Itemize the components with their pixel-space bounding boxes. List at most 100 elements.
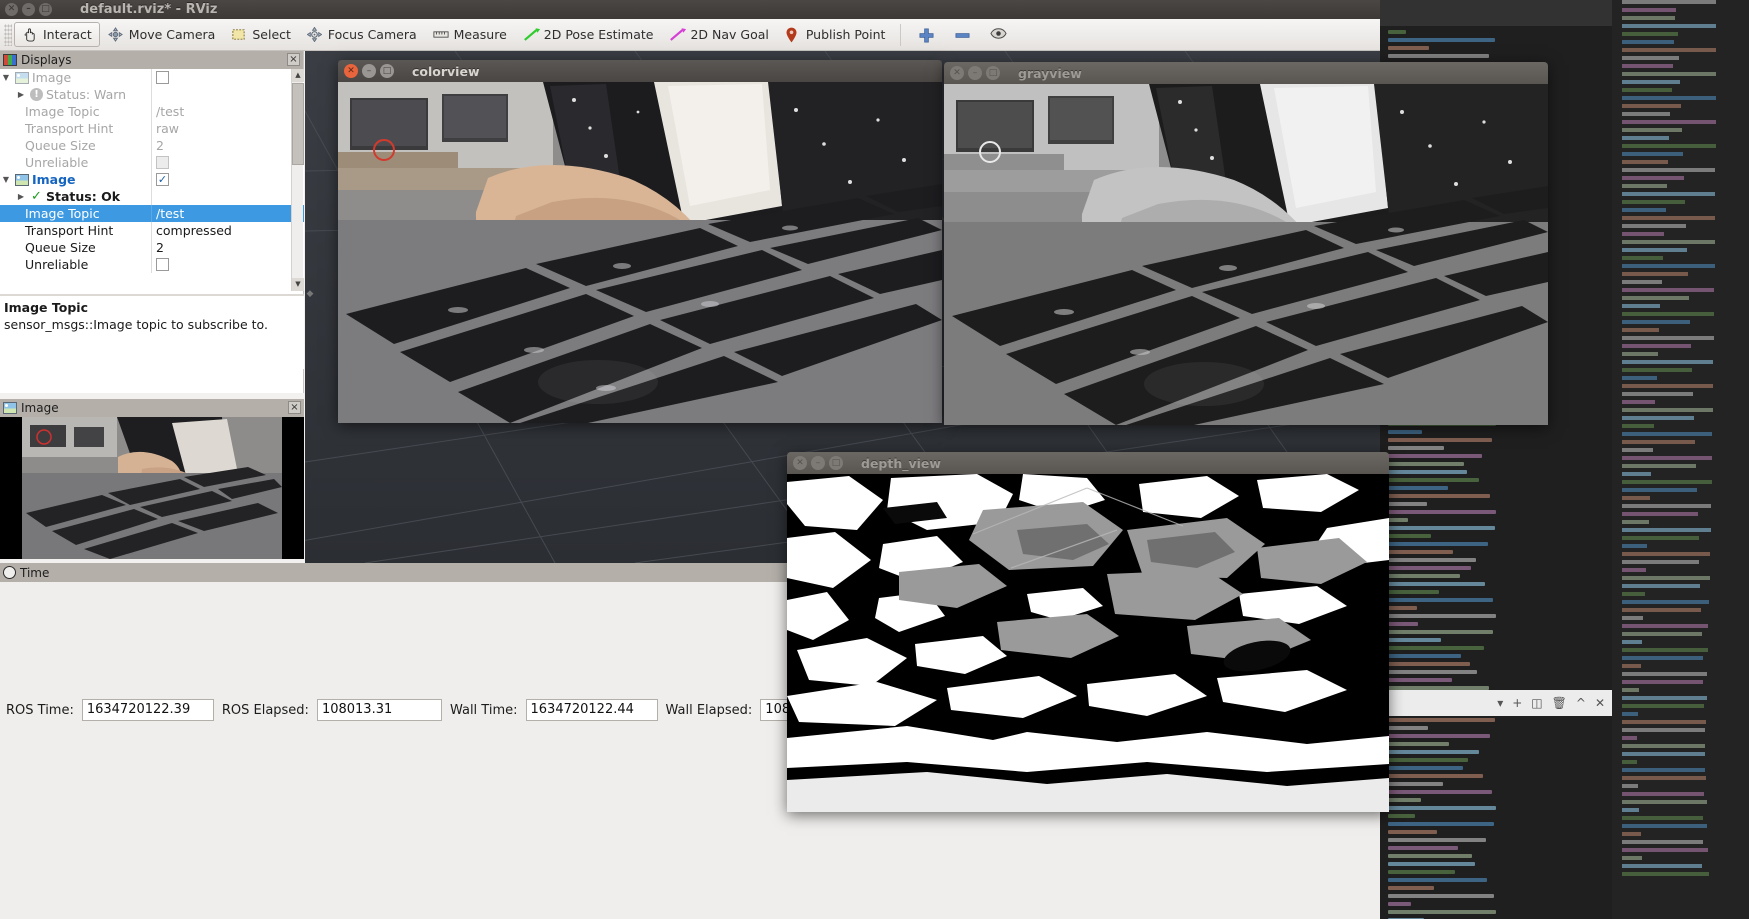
enable-checkbox[interactable] xyxy=(156,156,169,169)
close-icon[interactable]: ✕ xyxy=(950,66,964,80)
time-field-input[interactable]: 1634720122.44 xyxy=(525,699,658,721)
displays-tree-row[interactable]: Queue Size 2 xyxy=(0,239,304,256)
bg-plus-icon[interactable]: + xyxy=(1512,696,1522,710)
green-arrow-icon xyxy=(523,27,540,43)
toolbar-drag-handle[interactable] xyxy=(4,23,12,46)
displays-tree-row[interactable]: ▶ ✓ Status: Ok xyxy=(0,188,304,205)
code-line xyxy=(1622,592,1645,596)
main-toolbar: Interact Move Camera Select Focus Camera Mea… xyxy=(0,19,1380,51)
code-line xyxy=(1622,280,1662,284)
code-line xyxy=(1622,456,1712,460)
code-line xyxy=(1622,376,1657,380)
time-field-label: Wall Time: xyxy=(449,702,518,718)
toolbar-button-focus-camera[interactable]: Focus Camera xyxy=(299,22,425,47)
colorview-window[interactable]: ✕ – □ colorview xyxy=(338,60,942,423)
displays-tree-row[interactable]: ▼ Image ✓ xyxy=(0,171,304,188)
bg-trash-icon[interactable]: 🗑 xyxy=(1552,696,1567,710)
displays-tree[interactable]: ▼ Image ▶! Status: Warn Image Topic/test Tran… xyxy=(0,69,304,291)
toolbar-minus-button[interactable] xyxy=(944,22,980,47)
scrollbar-thumb[interactable] xyxy=(292,83,304,165)
code-line xyxy=(1388,478,1480,482)
code-line xyxy=(1622,696,1707,700)
displays-panel-header: Displays × xyxy=(0,51,303,69)
scroll-up-icon[interactable]: ▲ xyxy=(292,69,304,82)
code-line xyxy=(1388,646,1484,650)
displays-tree-label: Status: Warn xyxy=(46,87,127,102)
close-icon[interactable]: ✕ xyxy=(344,64,358,78)
displays-panel-close-icon[interactable]: × xyxy=(287,53,300,66)
displays-scrollbar[interactable]: ▲ ▼ xyxy=(291,69,304,291)
chevron-right-icon[interactable]: ▶ xyxy=(15,90,27,99)
time-field-label: Wall Elapsed: xyxy=(665,702,753,718)
displays-tree-row[interactable]: Transport Hint raw xyxy=(0,120,304,137)
code-line xyxy=(1622,864,1702,868)
colorview-titlebar[interactable]: ✕ – □ colorview xyxy=(338,60,942,82)
displays-tree-row[interactable]: Transport Hint compressed xyxy=(0,222,304,239)
image-dock-close-icon[interactable]: × xyxy=(288,401,301,414)
bg-close-icon[interactable]: ✕ xyxy=(1595,696,1605,710)
scroll-down-icon[interactable]: ▼ xyxy=(292,278,304,291)
bg-split-icon[interactable]: ◫ xyxy=(1531,696,1542,710)
toolbar-button-2d-nav-goal[interactable]: 2D Nav Goal xyxy=(661,22,776,47)
toolbar-plus-button[interactable] xyxy=(908,22,944,47)
toolbar-eye-button[interactable] xyxy=(980,22,1016,47)
displays-tree-row[interactable]: ▶! Status: Warn xyxy=(0,86,304,103)
enable-checkbox[interactable] xyxy=(156,258,169,271)
displays-tree-row[interactable]: Image Topic/test xyxy=(0,103,304,120)
code-line xyxy=(1622,264,1715,268)
code-line xyxy=(1622,328,1660,332)
displays-tree-row[interactable]: Unreliable xyxy=(0,256,304,273)
grayview-titlebar[interactable]: ✕ – □ grayview xyxy=(944,62,1548,84)
minimize-icon[interactable]: – xyxy=(22,3,35,16)
chevron-down-icon[interactable]: ▼ xyxy=(0,73,12,82)
viewport-splitter-handle[interactable]: ◆ xyxy=(305,280,315,308)
toolbar-button-publish-point[interactable]: Publish Point xyxy=(777,22,894,47)
toolbar-button-move-camera[interactable]: Move Camera xyxy=(100,22,224,47)
code-line xyxy=(1622,560,1700,564)
minimize-icon[interactable]: – xyxy=(968,66,982,80)
toolbar-button-2d-pose-estimate[interactable]: 2D Pose Estimate xyxy=(515,22,662,47)
maximize-icon[interactable]: □ xyxy=(39,3,52,16)
toolbar-button-label: Move Camera xyxy=(128,27,216,42)
close-icon[interactable]: ✕ xyxy=(793,456,807,470)
depth-view-titlebar[interactable]: ✕ – □ depth_view xyxy=(787,452,1389,474)
time-field-input[interactable]: 108013.31 xyxy=(316,699,442,721)
chevron-right-icon[interactable]: ▶ xyxy=(15,192,27,201)
code-line xyxy=(1622,472,1652,476)
enable-checkbox[interactable]: ✓ xyxy=(156,173,169,186)
grayview-image xyxy=(944,84,1548,425)
code-line xyxy=(1622,160,1668,164)
code-line xyxy=(1388,502,1427,506)
bg-chevron-up-icon[interactable]: ^ xyxy=(1576,696,1586,710)
minimize-icon[interactable]: – xyxy=(811,456,825,470)
displays-tree-value: 2 xyxy=(156,138,164,153)
toolbar-button-select[interactable]: Select xyxy=(223,22,299,47)
close-icon[interactable]: ✕ xyxy=(5,3,18,16)
maximize-icon[interactable]: □ xyxy=(986,66,1000,80)
code-line xyxy=(1622,336,1714,340)
maximize-icon[interactable]: □ xyxy=(829,456,843,470)
enable-checkbox[interactable] xyxy=(156,71,169,84)
toolbar-button-measure[interactable]: Measure xyxy=(425,22,515,47)
displays-tree-row[interactable]: ▼ Image xyxy=(0,69,304,86)
maximize-icon[interactable]: □ xyxy=(380,64,394,78)
code-line xyxy=(1622,424,1654,428)
code-line xyxy=(1622,488,1697,492)
bg-dropdown-icon[interactable]: ▾ xyxy=(1497,696,1503,710)
code-line xyxy=(1388,790,1493,794)
code-line xyxy=(1622,32,1678,36)
chevron-down-icon[interactable]: ▼ xyxy=(0,175,12,184)
depth-view-title: depth_view xyxy=(861,455,941,471)
minimize-icon[interactable]: – xyxy=(362,64,376,78)
grayview-window[interactable]: ✕ – □ grayview xyxy=(944,62,1548,425)
code-line xyxy=(1622,768,1705,772)
displays-tree-row[interactable]: Image Topic/test xyxy=(0,205,304,222)
code-line xyxy=(1388,726,1428,730)
code-line xyxy=(1388,454,1483,458)
toolbar-button-interact[interactable]: Interact xyxy=(14,22,100,47)
code-line xyxy=(1622,136,1670,140)
displays-tree-row[interactable]: Unreliable xyxy=(0,154,304,171)
time-field-input[interactable]: 1634720122.39 xyxy=(81,699,214,721)
depth-view-window[interactable]: ✕ – □ depth_view xyxy=(787,452,1389,812)
displays-tree-row[interactable]: Queue Size 2 xyxy=(0,137,304,154)
